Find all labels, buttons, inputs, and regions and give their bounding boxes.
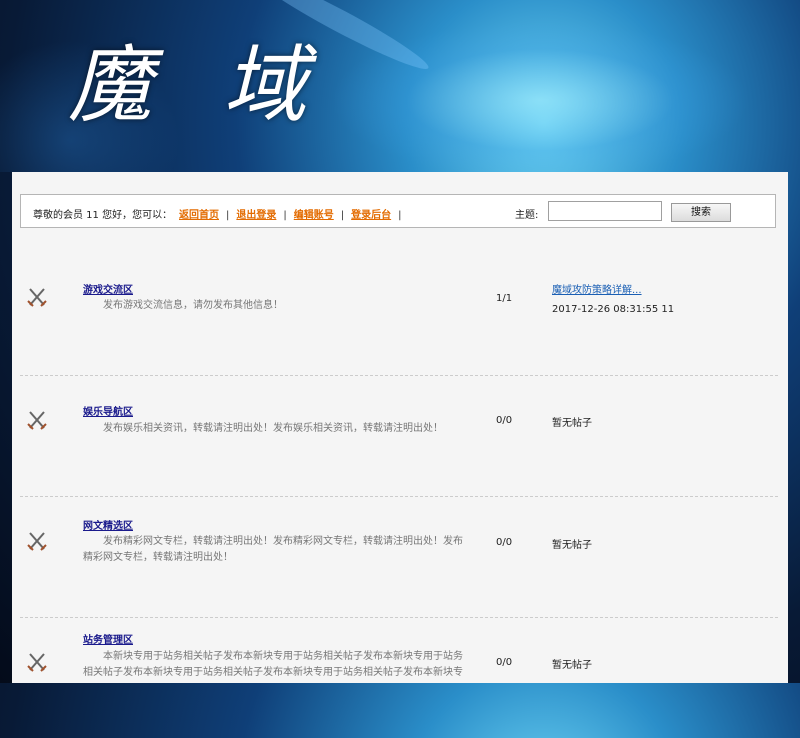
forum-title-link[interactable]: 娱乐导航区 <box>83 403 133 418</box>
crossed-swords-icon <box>27 532 47 551</box>
forum-description: 发布娱乐相关资讯，转载请注明出处！发布娱乐相关资讯，转载请注明出处！ <box>103 423 443 434</box>
nav-admin-link[interactable]: 登录后台 <box>351 210 391 221</box>
forum-title-link[interactable]: 站务管理区 <box>83 631 133 646</box>
forum-description: 本新块专用于站务相关帖子发布本新块专用于站务相关帖子发布本新块专用于站务相关帖子… <box>83 651 463 678</box>
forum-row: 网文精选区 发布精彩网文专栏，转载请注明出处！发布精彩网文专栏，转载请注明出处！… <box>20 497 778 618</box>
post-count: 1/1 <box>496 293 513 304</box>
forum-title-link[interactable]: 游戏交流区 <box>83 281 133 296</box>
latest-post-status: 暂无帖子 <box>552 418 592 429</box>
search-button[interactable]: 搜索 <box>671 203 731 222</box>
nav-separator: | <box>283 210 287 221</box>
latest-post-link[interactable]: 魔域攻防策略详解... <box>552 281 642 296</box>
crossed-swords-icon <box>27 653 47 672</box>
latest-post-status: 暂无帖子 <box>552 540 592 551</box>
forum-description: 发布精彩网文专栏，转载请注明出处！发布精彩网文专栏，转载请注明出处！发布精彩网文… <box>83 536 463 563</box>
nav-separator: | <box>398 210 402 221</box>
nav-separator: | <box>226 210 230 221</box>
site-logo: 魔 域 <box>68 36 329 134</box>
forum-row: 站务管理区 本新块专用于站务相关帖子发布本新块专用于站务相关帖子发布本新块专用于… <box>20 618 778 738</box>
forum-panel: 尊敬的会员 11 您好，您可以： 返回首页 | 退出登录 | 编辑账号 | 登录后台 | 主题… <box>12 172 788 683</box>
forum-description: 发布游戏交流信息，请勿发布其他信息！ <box>103 300 283 311</box>
nav-links: 返回首页 | 退出登录 | 编辑账号 | 登录后台 | <box>179 206 409 221</box>
forum-row: 娱乐导航区 发布娱乐相关资讯，转载请注明出处！发布娱乐相关资讯，转载请注明出处！… <box>20 376 778 497</box>
header-banner: 魔 域 <box>0 0 800 172</box>
crossed-swords-icon <box>27 411 47 430</box>
nav-separator: | <box>340 210 345 221</box>
post-count: 0/0 <box>496 537 513 548</box>
forum-title-link[interactable]: 网文精选区 <box>83 517 133 532</box>
search-label: 主题: <box>515 210 539 221</box>
member-nav-bar: 尊敬的会员 11 您好，您可以： 返回首页 | 退出登录 | 编辑账号 | 登录后台 | 主题… <box>20 194 776 228</box>
search-input[interactable] <box>548 201 662 221</box>
forum-row: 游戏交流区 发布游戏交流信息，请勿发布其他信息！ 1/1 魔域攻防策略详解...… <box>20 255 778 376</box>
latest-post-time: 2017-12-26 08:31:55 11 <box>552 304 675 315</box>
latest-post-status: 暂无帖子 <box>552 660 592 671</box>
crossed-swords-icon <box>27 288 47 307</box>
nav-home-link[interactable]: 返回首页 <box>179 210 219 221</box>
nav-edit-account-link[interactable]: 编辑账号 <box>294 210 334 221</box>
nav-logout-link[interactable]: 退出登录 <box>236 210 276 221</box>
post-count: 0/0 <box>496 415 513 426</box>
member-greeting: 尊敬的会员 11 您好，您可以： <box>33 210 173 221</box>
post-count: 0/0 <box>496 657 513 668</box>
